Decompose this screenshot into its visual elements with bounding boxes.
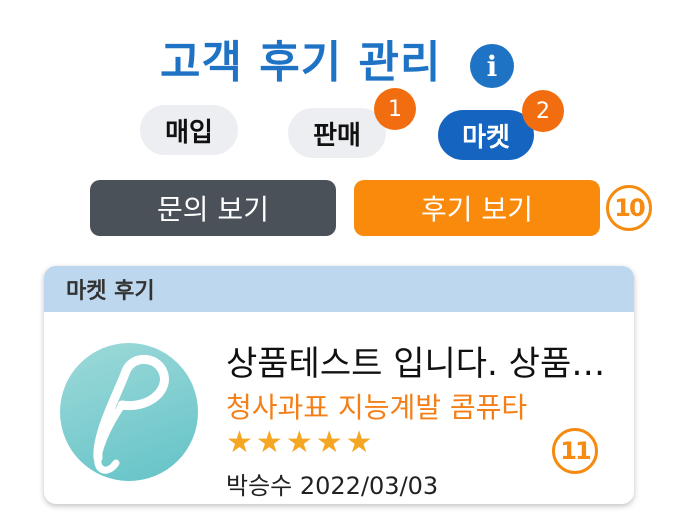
- product-thumbnail: [60, 343, 198, 481]
- tab-sales[interactable]: 판매: [288, 108, 386, 158]
- view-review-label: 후기 보기: [421, 193, 533, 226]
- star-icon: ★: [226, 425, 253, 460]
- review-card[interactable]: 마켓 후기 상품테스트 입니다. 상품테스트 청사과표 지능계발 콤퓨타 ★ ★…: [44, 266, 634, 504]
- tab-purchase[interactable]: 매입: [140, 105, 238, 155]
- view-inquiry-button[interactable]: 문의 보기: [90, 180, 336, 236]
- p-logo-icon: [93, 354, 169, 474]
- star-icon: ★: [315, 425, 343, 460]
- tab-market-label: 마켓: [462, 122, 510, 153]
- star-icon: ★: [285, 425, 313, 460]
- tab-market-badge: 2: [522, 90, 564, 132]
- view-review-button[interactable]: 후기 보기: [354, 180, 600, 236]
- page-title: 고객 후기 관리: [160, 37, 442, 88]
- review-author-date: 박승수 2022/03/03: [226, 472, 439, 500]
- view-inquiry-label: 문의 보기: [157, 193, 269, 226]
- callout-10: 10: [606, 185, 652, 231]
- card-header: 마켓 후기: [44, 266, 634, 312]
- star-icon: ★: [255, 425, 283, 460]
- info-icon[interactable]: i: [470, 44, 514, 88]
- star-icon: ★: [345, 425, 373, 460]
- rating-stars: ★ ★ ★ ★ ★: [226, 428, 373, 458]
- review-title: 상품테스트 입니다. 상품테스트: [226, 344, 616, 384]
- title-row: 고객 후기 관리 i: [0, 18, 674, 88]
- tab-sales-label: 판매: [313, 120, 361, 151]
- product-name: 청사과표 지능계발 콤퓨타: [226, 391, 528, 424]
- tab-purchase-label: 매입: [165, 117, 213, 148]
- callout-11: 11: [552, 428, 598, 474]
- tab-market[interactable]: 마켓: [438, 110, 534, 160]
- tab-sales-badge: 1: [374, 88, 416, 130]
